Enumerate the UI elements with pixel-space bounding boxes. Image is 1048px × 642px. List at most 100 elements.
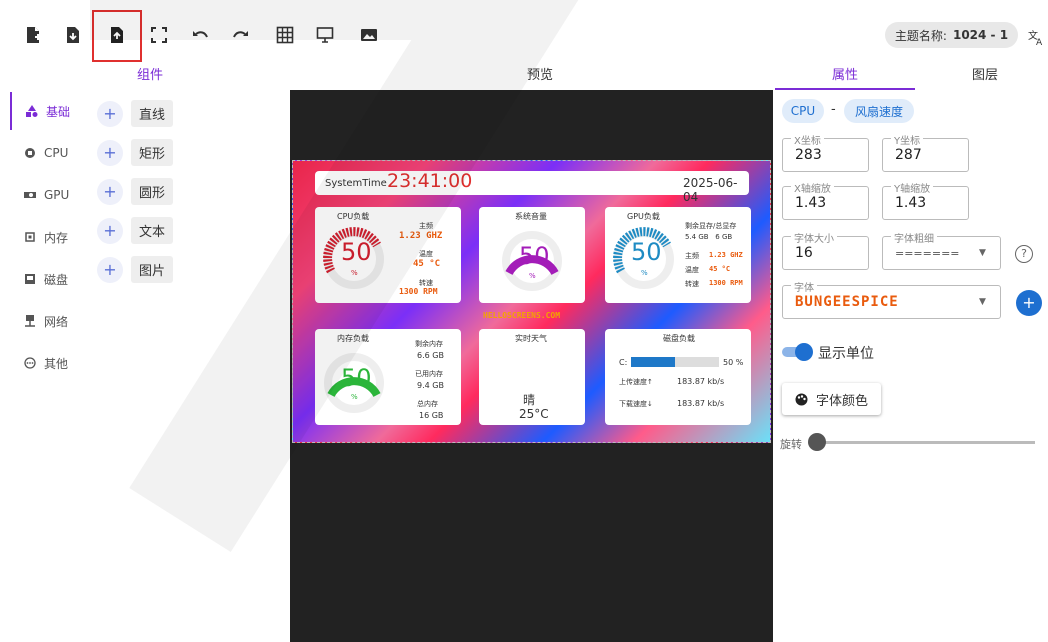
cpu-fan: 1300 RPM bbox=[399, 287, 438, 296]
add-icon[interactable]: + bbox=[97, 256, 123, 283]
gpu-freq-label: 主频 bbox=[685, 252, 699, 260]
category-label: 内存 bbox=[44, 230, 69, 245]
gpu-vram-label: 剩余显存/总显存 bbox=[685, 222, 737, 230]
import-file-icon[interactable] bbox=[62, 24, 84, 46]
volume-card[interactable]: 系统音量 50 % bbox=[479, 207, 585, 303]
field-value: BUNGEESPICE bbox=[795, 294, 899, 310]
component-text[interactable]: + 文本 bbox=[97, 217, 174, 244]
tab-preview[interactable]: 预览 bbox=[510, 64, 570, 83]
field-label: 字体粗细 bbox=[891, 230, 937, 245]
disk-title: 磁盘负载 bbox=[663, 334, 695, 343]
gpu-icon bbox=[24, 192, 36, 198]
category-disk[interactable]: 磁盘 bbox=[10, 260, 80, 298]
toolbar: 主题名称: 1024 - 1 文A bbox=[0, 0, 1048, 62]
category-cpu[interactable]: CPU bbox=[10, 134, 80, 172]
gpu-fan-label: 转速 bbox=[685, 280, 699, 288]
category-memory[interactable]: 内存 bbox=[10, 218, 80, 256]
rotate-slider-thumb[interactable] bbox=[808, 433, 826, 451]
field-value: 283 bbox=[795, 147, 822, 163]
add-font-button[interactable]: + bbox=[1016, 290, 1042, 316]
component-image[interactable]: + 图片 bbox=[97, 256, 174, 283]
field-value: 1.43 bbox=[795, 195, 827, 211]
fullscreen-icon[interactable] bbox=[148, 24, 170, 46]
rotate-slider[interactable] bbox=[817, 441, 1035, 444]
component-rect[interactable]: + 矩形 bbox=[97, 139, 174, 166]
font-size-field[interactable]: 字体大小 16 bbox=[782, 230, 869, 270]
category-label: 基础 bbox=[46, 104, 71, 119]
memory-free: 6.6 GB bbox=[417, 351, 444, 360]
y-scale-field[interactable]: Y轴缩放 1.43 bbox=[882, 180, 969, 220]
cpu-temp: 45 °C bbox=[413, 259, 441, 269]
add-icon[interactable]: + bbox=[97, 178, 123, 205]
tab-layers[interactable]: 图层 bbox=[955, 64, 1015, 83]
new-file-icon[interactable] bbox=[22, 24, 44, 46]
preview-canvas[interactable]: SystemTime 23:41:00 2025-06-04 CPU负载 50 … bbox=[292, 160, 771, 443]
volume-unit: % bbox=[529, 272, 536, 280]
disk-drive: C: bbox=[619, 358, 628, 367]
theme-name-pill[interactable]: 主题名称: 1024 - 1 bbox=[885, 22, 1018, 48]
help-icon[interactable]: ? bbox=[1015, 245, 1033, 263]
properties-panel bbox=[773, 90, 1048, 642]
redo-icon[interactable] bbox=[230, 24, 252, 46]
image-icon[interactable] bbox=[358, 24, 380, 46]
cpu-temp-label: 温度 bbox=[419, 250, 433, 258]
screen-icon[interactable] bbox=[314, 24, 336, 46]
undo-icon[interactable] bbox=[189, 24, 211, 46]
field-label: Y轴缩放 bbox=[891, 180, 934, 195]
chip-cpu[interactable]: CPU bbox=[782, 99, 824, 123]
disk-down-label: 下载速度↓ bbox=[619, 400, 653, 408]
gpu-card[interactable]: GPU负载 50 % 剩余显存/总显存 5.4 GB 6 GB 主频 1.23 … bbox=[605, 207, 751, 303]
cpu-card[interactable]: CPU负载 50 % 主频 1.23 GHZ 温度 45 °C 转速 1300 … bbox=[315, 207, 461, 303]
field-label: Y坐标 bbox=[891, 132, 924, 147]
add-icon[interactable]: + bbox=[97, 100, 123, 127]
memory-card[interactable]: 内存负载 50 % 剩余内存 6.6 GB 已用内存 9.4 GB 总内存 16… bbox=[315, 329, 461, 425]
field-label: 字体大小 bbox=[791, 230, 837, 245]
grid-icon[interactable] bbox=[274, 24, 296, 46]
category-gpu[interactable]: GPU bbox=[10, 176, 80, 214]
toggle-knob[interactable] bbox=[795, 343, 813, 361]
disk-card[interactable]: 磁盘负载 C: 50 % 上传速度↑ 183.87 kb/s 下载速度↓ 183… bbox=[605, 329, 751, 425]
memory-icon bbox=[25, 232, 35, 242]
component-line[interactable]: + 直线 bbox=[97, 100, 174, 127]
category-label: 磁盘 bbox=[44, 272, 69, 287]
category-network[interactable]: 网络 bbox=[10, 302, 80, 340]
tab-components[interactable]: 组件 bbox=[120, 64, 180, 83]
weather-card[interactable]: 实时天气 晴 25°C bbox=[479, 329, 585, 425]
category-label: GPU bbox=[44, 188, 70, 202]
gpu-unit: % bbox=[641, 269, 648, 277]
x-coordinate-field[interactable]: X坐标 283 bbox=[782, 132, 869, 172]
font-color-button[interactable]: 字体颜色 bbox=[782, 383, 881, 415]
add-icon[interactable]: + bbox=[97, 139, 123, 166]
font-weight-select[interactable]: 字体粗细 ======= ▼ bbox=[882, 230, 1001, 270]
gpu-value: 50 bbox=[631, 238, 662, 266]
component-circle[interactable]: + 圆形 bbox=[97, 178, 174, 205]
chevron-down-icon: ▼ bbox=[979, 297, 986, 307]
field-label: X坐标 bbox=[791, 132, 824, 147]
cpu-value: 50 bbox=[341, 238, 372, 266]
category-label: 其他 bbox=[44, 356, 69, 371]
disk-icon bbox=[25, 274, 35, 284]
component-label: 圆形 bbox=[131, 178, 174, 205]
tab-properties[interactable]: 属性 bbox=[815, 64, 875, 83]
component-label: 直线 bbox=[131, 100, 174, 127]
memory-total: 16 GB bbox=[419, 411, 444, 420]
font-family-select[interactable]: 字体 BUNGEESPICE ▼ bbox=[782, 279, 1001, 319]
volume-value: 50 bbox=[519, 242, 550, 270]
disk-up: 183.87 kb/s bbox=[677, 377, 725, 386]
category-basic[interactable]: 基础 bbox=[10, 92, 80, 130]
disk-down: 183.87 kb/s bbox=[677, 399, 725, 408]
category-other[interactable]: 其他 bbox=[10, 344, 80, 382]
translate-icon[interactable]: 文A bbox=[1026, 26, 1048, 48]
gpu-vram: 5.4 GB 6 GB bbox=[685, 233, 733, 241]
disk-percent: 50 % bbox=[723, 358, 744, 367]
site-text: HELLOSCREENS.COM bbox=[483, 311, 561, 320]
field-value: 1.43 bbox=[895, 195, 927, 211]
system-time-label: SystemTime bbox=[325, 178, 387, 189]
add-icon[interactable]: + bbox=[97, 217, 123, 244]
rotate-label: 旋转 bbox=[780, 438, 802, 451]
cpu-freq-label: 主频 bbox=[419, 222, 433, 230]
x-scale-field[interactable]: X轴缩放 1.43 bbox=[782, 180, 869, 220]
theme-value: 1024 - 1 bbox=[952, 28, 1009, 42]
chip-fan-speed[interactable]: 风扇速度 bbox=[844, 99, 914, 123]
y-coordinate-field[interactable]: Y坐标 287 bbox=[882, 132, 969, 172]
